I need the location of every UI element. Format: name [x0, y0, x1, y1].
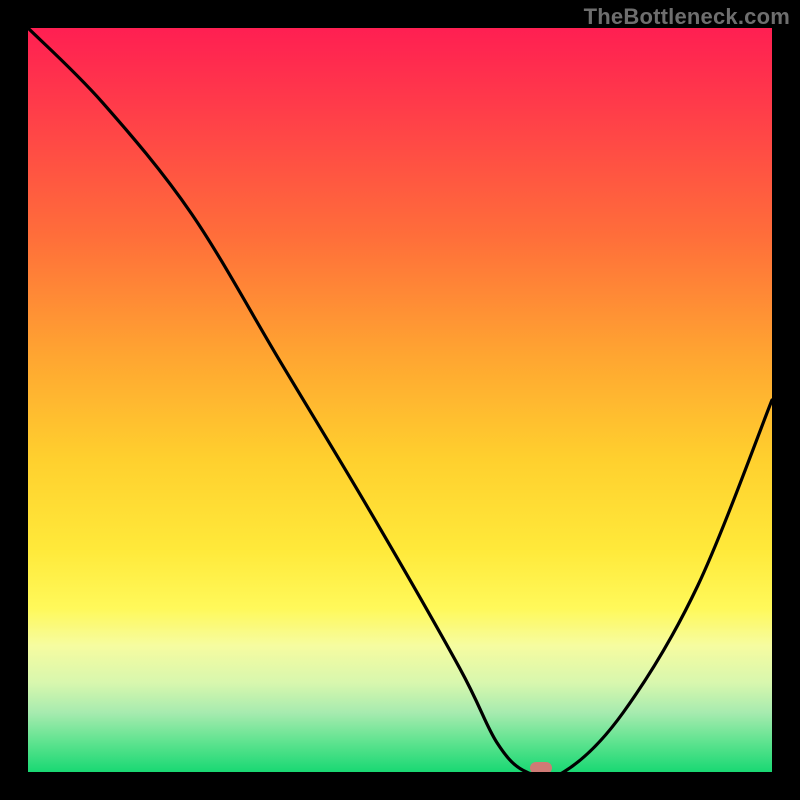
bottleneck-curve	[28, 28, 772, 772]
watermark-text: TheBottleneck.com	[584, 4, 790, 30]
chart-frame: TheBottleneck.com	[0, 0, 800, 800]
curve-path	[28, 28, 772, 772]
optimal-marker	[530, 762, 552, 772]
plot-area	[28, 28, 772, 772]
